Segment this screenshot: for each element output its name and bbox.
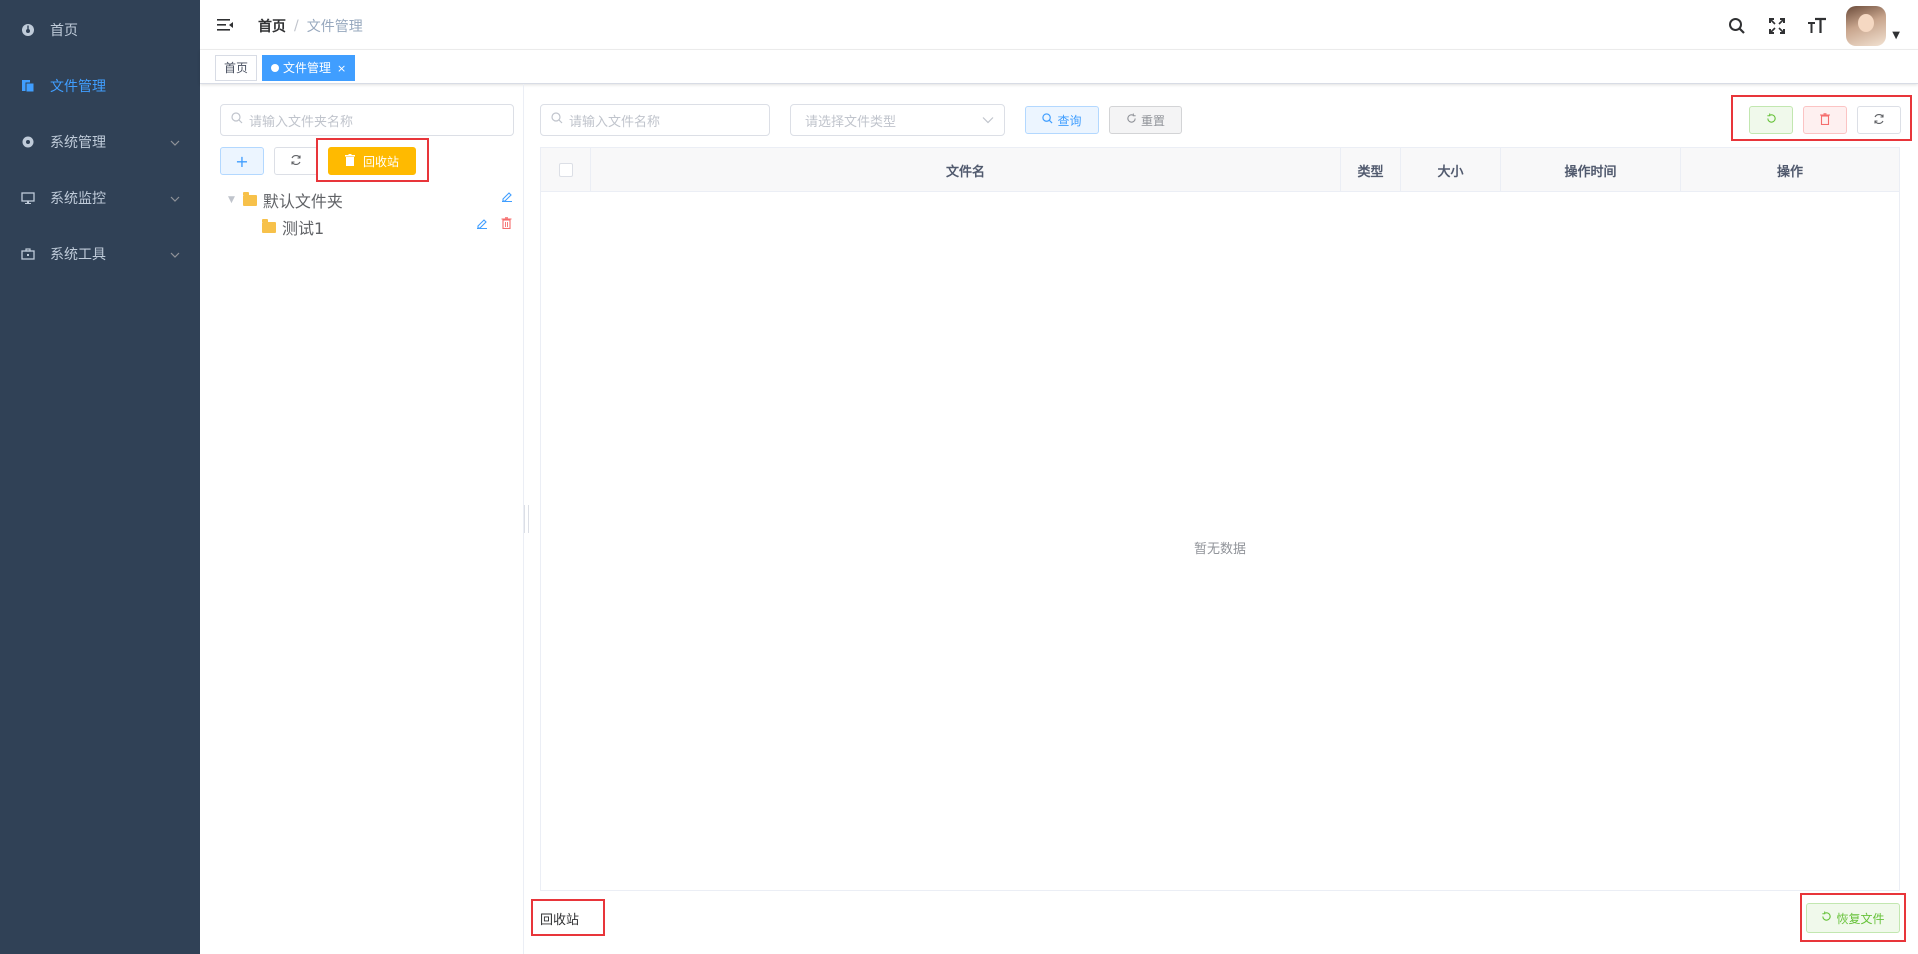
file-type-placeholder: 请选择文件类型 — [805, 114, 897, 130]
tree-node-default-folder[interactable]: ▼ 默认文件夹 — [228, 188, 343, 212]
file-type-select[interactable]: 请选择文件类型 — [790, 104, 1005, 136]
highlight-restore-button — [1800, 893, 1906, 942]
folder-search-placeholder: 请输入文件夹名称 — [249, 114, 354, 130]
toolbox-icon — [20, 246, 36, 262]
monitor-icon — [20, 190, 36, 206]
refresh-icon — [290, 154, 302, 169]
folder-icon — [262, 218, 276, 233]
sidebar-item-label: 系统工具 — [50, 247, 106, 263]
caret-down-icon[interactable]: ▼ — [1892, 30, 1900, 41]
edit-icon[interactable] — [501, 190, 513, 205]
chevron-down-icon — [170, 246, 180, 262]
refresh-folders-button[interactable] — [274, 147, 318, 175]
sidebar: 首页 文件管理 系统管理 系统监控 系统工具 — [0, 0, 200, 954]
breadcrumb-current: 文件管理 — [306, 19, 363, 35]
sidebar-item-file-management[interactable]: 文件管理 — [0, 58, 200, 114]
tag-label: 首页 — [224, 61, 249, 75]
highlight-footer-label — [531, 899, 605, 936]
table-header-checkbox-cell — [541, 148, 591, 192]
sidebar-item-label: 文件管理 — [50, 79, 106, 95]
chevron-down-icon — [170, 190, 180, 206]
plus-icon: + — [235, 151, 249, 171]
column-header-filename: 文件名 — [591, 148, 1341, 192]
hamburger-icon[interactable] — [216, 16, 234, 34]
font-size-icon[interactable] — [1806, 15, 1828, 37]
select-all-checkbox[interactable] — [558, 163, 573, 177]
sidebar-item-system-tools[interactable]: 系统工具 — [0, 226, 200, 282]
gear-icon — [20, 134, 36, 150]
table-header: 文件名 类型 大小 操作时间 操作 — [541, 148, 1899, 192]
tree-node-label: 测试1 — [282, 219, 325, 238]
empty-state-text: 暂无数据 — [1193, 542, 1246, 557]
column-header-type: 类型 — [1341, 148, 1401, 192]
column-header-size: 大小 — [1401, 148, 1501, 192]
sidebar-item-home[interactable]: 首页 — [0, 2, 200, 58]
avatar[interactable] — [1846, 6, 1887, 46]
file-name-search-input[interactable]: 请输入文件名称 — [540, 104, 770, 136]
edit-icon[interactable] — [476, 217, 488, 232]
reset-label: 重置 — [1140, 113, 1165, 128]
sidebar-item-label: 系统监控 — [50, 191, 106, 207]
file-table: 文件名 类型 大小 操作时间 操作 暂无数据 — [540, 147, 1900, 891]
sidebar-item-label: 系统管理 — [50, 135, 106, 151]
caret-down-icon[interactable]: ▼ — [228, 195, 235, 205]
query-label: 查询 — [1057, 113, 1082, 128]
tag-file-management[interactable]: 文件管理 × — [262, 55, 356, 81]
search-icon[interactable] — [1726, 15, 1748, 37]
breadcrumb-separator: / — [294, 18, 299, 34]
sidebar-item-system-management[interactable]: 系统管理 — [0, 114, 200, 170]
highlight-toolbar-buttons — [1731, 95, 1912, 141]
folder-icon — [242, 191, 257, 206]
close-icon[interactable]: × — [337, 62, 346, 75]
query-button[interactable]: 查询 — [1025, 106, 1099, 134]
tag-label: 文件管理 — [283, 61, 332, 75]
fullscreen-icon[interactable] — [1766, 15, 1788, 37]
refresh-icon — [1126, 113, 1137, 127]
search-icon — [551, 112, 563, 128]
breadcrumb-home[interactable]: 首页 — [258, 16, 286, 36]
top-navbar: 首页 / 文件管理 ▼ — [200, 0, 1918, 50]
tree-node-test1[interactable]: 测试1 — [262, 215, 324, 239]
search-icon — [1042, 113, 1053, 127]
breadcrumb: 首页 / 文件管理 — [258, 16, 363, 36]
tags-view: 首页 文件管理 × — [200, 50, 1918, 84]
chevron-down-icon — [170, 134, 180, 150]
tree-node-label: 默认文件夹 — [262, 192, 343, 211]
search-icon — [231, 112, 243, 128]
file-name-placeholder: 请输入文件名称 — [569, 114, 661, 130]
sidebar-item-system-monitor[interactable]: 系统监控 — [0, 170, 200, 226]
column-header-actions: 操作 — [1776, 164, 1803, 180]
sidebar-item-label: 首页 — [50, 23, 78, 39]
navbar-actions: ▼ — [1726, 6, 1900, 46]
column-header-time: 操作时间 — [1501, 148, 1681, 192]
splitter-handle[interactable] — [524, 505, 529, 533]
chevron-down-icon — [982, 113, 994, 128]
active-dot-icon — [271, 63, 279, 72]
dashboard-icon — [20, 22, 36, 38]
add-folder-button[interactable]: + — [220, 147, 264, 175]
tag-home[interactable]: 首页 — [215, 55, 258, 81]
reset-button[interactable]: 重置 — [1109, 106, 1182, 134]
highlight-recycle-button — [316, 138, 429, 182]
file-icon — [20, 78, 36, 94]
delete-icon[interactable] — [501, 217, 512, 232]
folder-search-input[interactable]: 请输入文件夹名称 — [220, 104, 514, 136]
